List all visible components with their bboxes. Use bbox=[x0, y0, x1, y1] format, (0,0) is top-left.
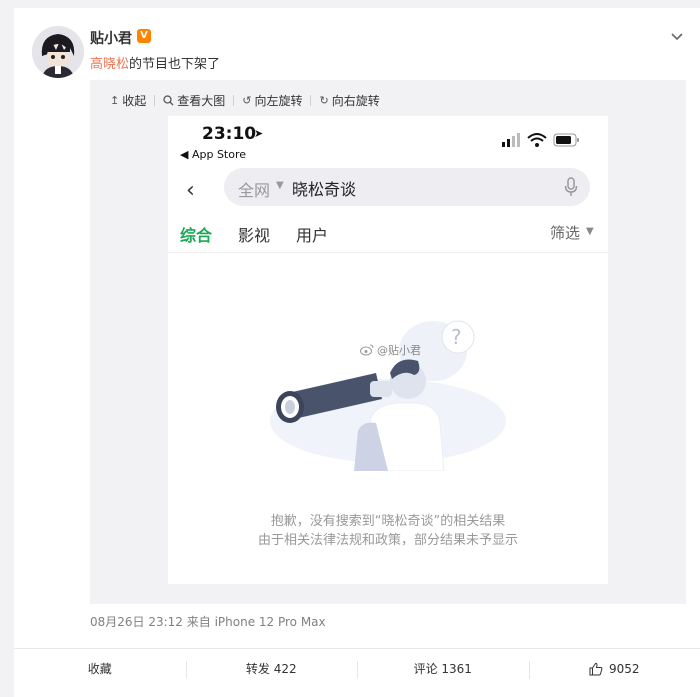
microphone-icon[interactable] bbox=[564, 177, 578, 197]
tab-users[interactable]: 用户 bbox=[296, 222, 328, 246]
comment-label: 评论 1361 bbox=[413, 662, 472, 676]
back-icon[interactable]: ‹ bbox=[186, 178, 195, 203]
tab-divider bbox=[168, 252, 608, 253]
rotate-left-icon: ↺ bbox=[242, 93, 252, 107]
location-arrow-icon: ➤ bbox=[254, 127, 264, 140]
favorite-label: 收藏 bbox=[87, 662, 112, 676]
caret-down-icon: ▼ bbox=[586, 226, 594, 237]
comment-button[interactable]: 评论 1361 bbox=[357, 649, 529, 688]
post-text-body: 的节目也下架了 bbox=[129, 57, 221, 72]
repost-button[interactable]: 转发 422 bbox=[185, 649, 358, 688]
avatar-image bbox=[32, 26, 84, 78]
action-bar: 收藏 转发 422 评论 1361 9052 bbox=[14, 648, 700, 688]
rotate-right-button[interactable]: ↻ 向右旋转 bbox=[319, 92, 379, 109]
username[interactable]: 贴小君 bbox=[90, 28, 132, 48]
post-text: 高晓松的节目也下架了 bbox=[90, 53, 220, 72]
rotate-left-label: 向左旋转 bbox=[254, 93, 303, 108]
weibo-post-card: 贴小君 V 高晓松的节目也下架了 ↥ 收起 查看大图 ↺ 向左旋转 ↻ 向右旋转… bbox=[14, 8, 700, 697]
search-bar[interactable]: 全网 ▼ 晓松奇谈 bbox=[224, 168, 590, 206]
repost-label: 转发 422 bbox=[245, 662, 297, 676]
caret-down-icon: ▼ bbox=[276, 180, 284, 191]
back-to-app-store: ◀ App Store bbox=[180, 148, 247, 161]
empty-message-line2: 由于相关法律法规和政策，部分结果未予显示 bbox=[257, 533, 518, 548]
view-large-label: 查看大图 bbox=[177, 93, 226, 108]
media-toolbar: ↥ 收起 查看大图 ↺ 向左旋转 ↻ 向右旋转 bbox=[110, 92, 380, 108]
collapse-label: 收起 bbox=[122, 93, 147, 108]
wifi-icon bbox=[527, 133, 547, 147]
collapse-button[interactable]: ↥ 收起 bbox=[110, 92, 146, 109]
thumbs-up-icon bbox=[589, 662, 603, 675]
empty-state-illustration: ? bbox=[270, 320, 506, 471]
toolbar-divider bbox=[233, 94, 235, 106]
post-meta[interactable]: 08月26日 23:12 来自 iPhone 12 Pro Max bbox=[90, 613, 326, 630]
collapse-icon: ↥ bbox=[110, 93, 120, 107]
search-scope[interactable]: 全网 bbox=[238, 177, 270, 201]
favorite-button[interactable]: 收藏 bbox=[14, 649, 186, 688]
like-button[interactable]: 9052 bbox=[528, 649, 700, 688]
empty-message-line1: 抱歉，没有搜索到“晓松奇谈”的相关结果 bbox=[270, 514, 506, 529]
rotate-right-icon: ↻ bbox=[319, 93, 329, 107]
avatar[interactable] bbox=[32, 26, 84, 78]
rotate-right-label: 向右旋转 bbox=[331, 93, 380, 108]
watermark: @贴小君 bbox=[360, 342, 421, 358]
watermark-text: @贴小君 bbox=[377, 344, 421, 357]
toolbar-divider bbox=[310, 94, 312, 106]
status-time: 23:10 bbox=[202, 124, 257, 144]
view-large-button[interactable]: 查看大图 bbox=[163, 92, 225, 109]
filter-button[interactable]: 筛选 bbox=[550, 222, 580, 243]
search-input[interactable]: 晓松奇谈 bbox=[292, 176, 356, 200]
phone-screenshot[interactable]: 23:10 ➤ ◀ App Store ‹ 全网 ▼ 晓松奇谈 综合 影视 用户… bbox=[168, 116, 608, 584]
rotate-left-button[interactable]: ↺ 向左旋转 bbox=[242, 92, 302, 109]
signal-icon bbox=[502, 133, 520, 147]
battery-icon bbox=[553, 133, 579, 147]
like-count: 9052 bbox=[608, 661, 640, 676]
verified-badge: V bbox=[137, 29, 151, 43]
weibo-logo-icon bbox=[360, 344, 374, 356]
toolbar-divider bbox=[154, 94, 156, 106]
topic-link[interactable]: 高晓松 bbox=[90, 57, 129, 72]
chevron-down-icon[interactable] bbox=[669, 28, 685, 44]
status-icons bbox=[502, 133, 579, 147]
svg-text:?: ? bbox=[451, 325, 462, 349]
tab-comprehensive[interactable]: 综合 bbox=[180, 222, 212, 246]
tab-video[interactable]: 影视 bbox=[238, 222, 270, 246]
zoom-icon bbox=[163, 94, 174, 105]
media-viewer: ↥ 收起 查看大图 ↺ 向左旋转 ↻ 向右旋转 23:10 ➤ ◀ App St… bbox=[90, 80, 686, 604]
